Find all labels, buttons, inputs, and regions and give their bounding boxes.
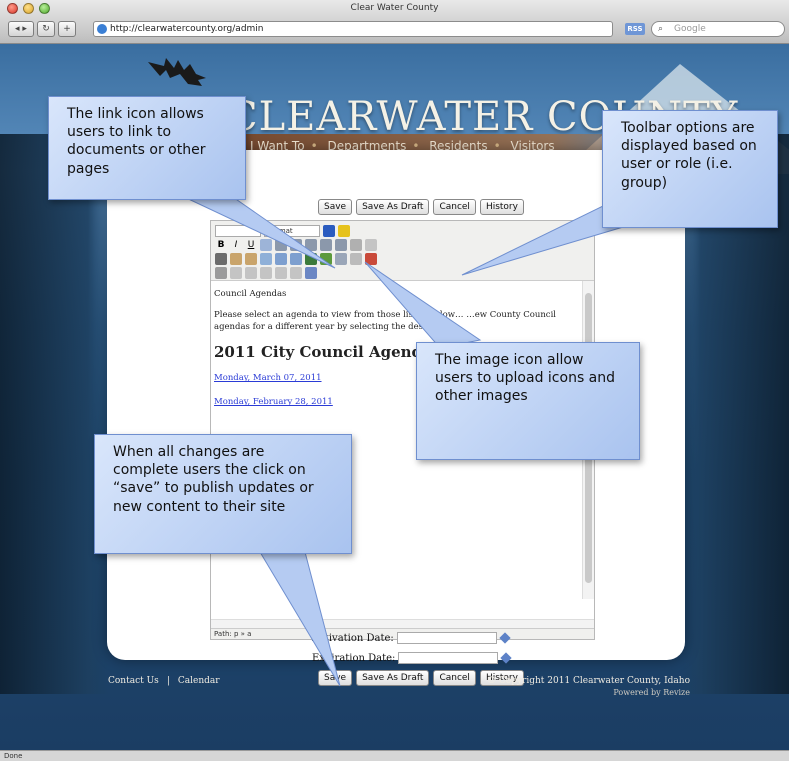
title-bar: Clear Water County [0, 0, 789, 18]
status-bar: Done [0, 750, 789, 761]
find-icon[interactable] [260, 253, 272, 265]
calendar-link[interactable]: Calendar [178, 676, 220, 686]
align-right-icon[interactable] [290, 239, 302, 251]
copy-icon[interactable] [230, 253, 242, 265]
toolbar-callout: Toolbar options are displayed based on u… [602, 110, 778, 228]
numbered-list-icon[interactable] [335, 239, 347, 251]
save-button[interactable]: Save [318, 199, 353, 215]
unlink-icon[interactable] [290, 253, 302, 265]
expiration-date-input[interactable] [398, 652, 499, 664]
style-select[interactable] [215, 225, 261, 237]
reload-button[interactable]: ↻ [37, 21, 55, 37]
help-icon[interactable] [305, 267, 317, 279]
cancel-button[interactable]: Cancel [433, 199, 476, 215]
calendar-icon[interactable] [500, 652, 513, 664]
globe-icon [97, 24, 107, 34]
font-color-icon[interactable] [323, 225, 335, 237]
cancel-button[interactable]: Cancel [433, 670, 476, 686]
indent-icon[interactable] [350, 239, 362, 251]
column-icon[interactable] [245, 267, 257, 279]
bold-icon[interactable]: B [215, 239, 227, 251]
paste-icon[interactable] [245, 253, 257, 265]
merge-icon[interactable] [260, 267, 272, 279]
contact-us-link[interactable]: Contact Us [108, 676, 159, 686]
table-icon[interactable] [215, 267, 227, 279]
save-as-draft-button[interactable]: Save As Draft [356, 670, 430, 686]
search-placeholder: Google [674, 24, 706, 34]
search-input[interactable]: ⌕ Google [651, 21, 785, 37]
special-char-icon[interactable] [350, 253, 362, 265]
undo-icon[interactable] [365, 239, 377, 251]
link-icon-callout: The link icon allows users to link to do… [48, 96, 246, 200]
hr-icon[interactable] [290, 267, 302, 279]
copyright: © Copyright 2011 Clearwater County, Idah… [487, 676, 690, 686]
history-button[interactable]: History [479, 199, 524, 215]
save-button[interactable]: Save [318, 670, 353, 686]
powered-by: Powered by Revize [613, 688, 690, 697]
address-bar[interactable]: http://clearwatercounty.org/admin [93, 21, 613, 37]
activation-date-input[interactable] [396, 632, 497, 644]
anchor-icon[interactable] [305, 253, 317, 265]
highlight-color-icon[interactable] [338, 225, 350, 237]
save-as-draft-button[interactable]: Save As Draft [356, 199, 430, 215]
image-icon[interactable] [320, 253, 332, 265]
editor-toolbar: Format B I U [211, 221, 594, 281]
footer-links: Contact Us | Calendar [108, 676, 220, 686]
browser-chrome: Clear Water County ◂ ▸ ↻ + http://clearw… [0, 0, 789, 44]
link-icon[interactable] [275, 253, 287, 265]
underline-icon[interactable]: U [245, 239, 257, 251]
activation-date-row: Activation Date: [312, 632, 511, 644]
expiration-date-row: Expiration Date: [312, 652, 513, 664]
image-icon-callout: The image icon allow users to upload ico… [416, 342, 640, 460]
expiration-date-label: Expiration Date: [312, 652, 396, 664]
back-forward-button[interactable]: ◂ ▸ [8, 21, 34, 37]
search-icon: ⌕ [658, 24, 664, 34]
intro-title: Council Agendas [214, 289, 287, 299]
save-callout: When all changes are complete users the … [94, 434, 352, 554]
justify-icon[interactable] [305, 239, 317, 251]
split-icon[interactable] [275, 267, 287, 279]
trees-left-graphic [0, 134, 110, 694]
window-title: Clear Water County [350, 3, 439, 13]
rss-button[interactable]: RSS [625, 23, 645, 35]
url-text: http://clearwatercounty.org/admin [110, 24, 264, 34]
elk-logo-icon [148, 58, 206, 86]
row-icon[interactable] [230, 267, 242, 279]
add-bookmark-button[interactable]: + [58, 21, 76, 37]
bullet-list-icon[interactable] [320, 239, 332, 251]
media-icon[interactable] [365, 253, 377, 265]
calendar-icon[interactable] [499, 632, 511, 644]
top-button-row: Save Save As Draft Cancel History [318, 199, 524, 215]
italic-icon[interactable]: I [230, 239, 242, 251]
cut-icon[interactable] [215, 253, 227, 265]
align-left-icon[interactable] [260, 239, 272, 251]
intro-text: Please select an agenda to view from tho… [214, 310, 557, 332]
browser-toolbar: ◂ ▸ ↻ + http://clearwatercounty.org/admi… [0, 18, 789, 42]
format-select[interactable]: Format [264, 225, 320, 237]
activation-date-label: Activation Date: [312, 632, 394, 644]
align-center-icon[interactable] [275, 239, 287, 251]
cleanup-icon[interactable] [335, 253, 347, 265]
